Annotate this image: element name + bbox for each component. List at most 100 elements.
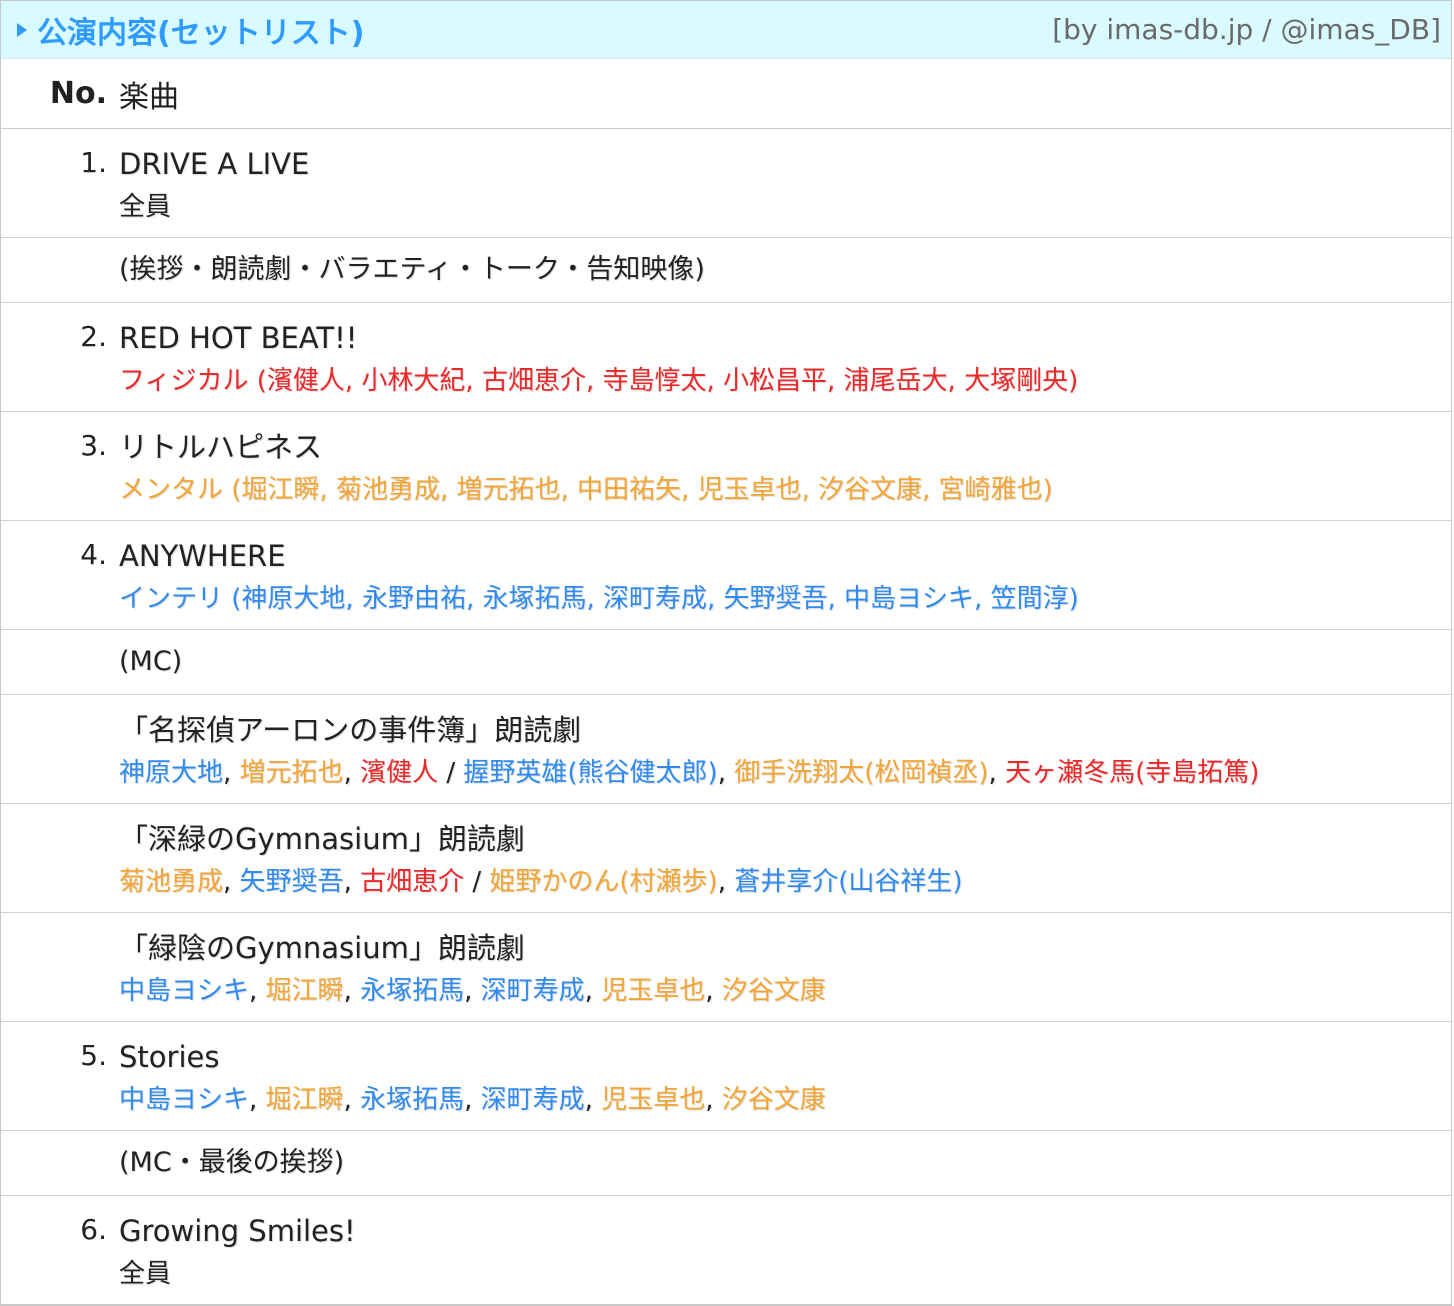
setlist-song-row: 「名探偵アーロンの事件簿」朗読劇神原大地, 増元拓也, 濱健人 / 握野英雄(熊… [1, 695, 1451, 804]
cast-separator: , [584, 1085, 602, 1115]
row-number: 4. [80, 538, 107, 571]
song-cast: 全員 [119, 1257, 1451, 1291]
song-title: RED HOT BEAT!! [119, 321, 358, 355]
song-title: DRIVE A LIVE [119, 147, 310, 181]
cast-name: 神原大地 [119, 758, 224, 788]
song-title: 「名探偵アーロンの事件簿」朗読劇 [119, 713, 582, 747]
setlist-rows: 1. DRIVE A LIVE 全員 (挨拶・朗読劇・バラエティ・トーク・告知映像) 2… [1, 129, 1451, 1305]
row-content: 「名探偵アーロンの事件簿」朗読劇神原大地, 増元拓也, 濱健人 / 握野英雄(熊… [119, 712, 1451, 790]
song-cast: 中島ヨシキ, 堀江瞬, 永塚拓馬, 深町寿成, 児玉卓也, 汐谷文康 [119, 1083, 1451, 1117]
song-cast: メンタル (堀江瞬, 菊池勇成, 増元拓也, 中田祐矢, 児玉卓也, 汐谷文康,… [119, 473, 1451, 507]
cast-name: 深町寿成 [480, 976, 585, 1006]
setlist-song-row: 3. リトルハピネス メンタル (堀江瞬, 菊池勇成, 増元拓也, 中田祐矢, 児玉… [1, 412, 1451, 521]
cast-separator: , [717, 867, 735, 897]
cast-separator: , [223, 867, 240, 897]
cast-separator: , [988, 758, 1006, 788]
row-number: 2. [80, 320, 107, 353]
cast-separator: 全員 [119, 1259, 172, 1289]
song-cast: 中島ヨシキ, 堀江瞬, 永塚拓馬, 深町寿成, 児玉卓也, 汐谷文康 [119, 974, 1451, 1008]
row-number: 6. [80, 1213, 107, 1246]
setlist-song-row: 2. RED HOT BEAT!! フィジカル (濱健人, 小林大紀, 古畑恵介, … [1, 303, 1451, 412]
row-content: 「深緑のGymnasium」朗読劇菊池勇成, 矢野奨吾, 古畑恵介 / 姫野かの… [119, 821, 1451, 899]
cast-separator: , [343, 867, 361, 897]
setlist-song-row: 「深緑のGymnasium」朗読劇菊池勇成, 矢野奨吾, 古畑恵介 / 姫野かの… [1, 804, 1451, 913]
row-number: 1. [80, 146, 107, 179]
cast-name: 天ヶ瀬冬馬(寺島拓篤) [1005, 758, 1260, 788]
song-title: ANYWHERE [119, 539, 286, 573]
cast-name: 握野英雄(熊谷健太郎) [463, 758, 718, 788]
cast-separator: , [343, 758, 361, 788]
row-number: 5. [80, 1039, 107, 1072]
cast-separator: , [464, 976, 481, 1006]
song-cast: 菊池勇成, 矢野奨吾, 古畑恵介 / 姫野かのん(村瀬歩), 蒼井享介(山谷祥生… [119, 865, 1451, 899]
setlist-note-row: (MC) [1, 630, 1451, 695]
cast-name: 深町寿成 [480, 1085, 585, 1115]
setlist-panel: 公演内容(セットリスト) [by imas-db.jp / @imas_DB] … [0, 0, 1452, 1306]
expand-triangle-icon[interactable] [17, 22, 27, 37]
cast-name: 永塚拓馬 [360, 1085, 465, 1115]
setlist-header[interactable]: 公演内容(セットリスト) [by imas-db.jp / @imas_DB] [1, 1, 1451, 59]
cast-separator: , [705, 1085, 722, 1115]
cast-name: 濱健人 [360, 758, 439, 788]
cast-name: 汐谷文康 [721, 1085, 826, 1115]
row-content: RED HOT BEAT!! フィジカル (濱健人, 小林大紀, 古畑恵介, 寺島… [119, 320, 1451, 398]
setlist-song-row: 4. ANYWHERE インテリ (神原大地, 永野由祐, 永塚拓馬, 深町寿成, … [1, 521, 1451, 630]
cast-separator: / [438, 758, 464, 788]
song-title: Growing Smiles! [119, 1214, 356, 1248]
song-title: 「深緑のGymnasium」朗読劇 [119, 822, 525, 856]
cast-separator: , [705, 976, 722, 1006]
program-note: (MC・最後の挨拶) [119, 1147, 345, 1178]
cast-name: メンタル (堀江瞬, 菊池勇成, 増元拓也, 中田祐矢, 児玉卓也, 汐谷文康,… [119, 475, 1053, 505]
cast-separator: / [464, 867, 490, 897]
column-header-song: 楽曲 [119, 79, 179, 115]
cast-name: 矢野奨吾 [239, 867, 344, 897]
cast-separator: , [223, 758, 240, 788]
setlist-song-row: 6. Growing Smiles! 全員 [1, 1196, 1451, 1305]
row-content: Stories 中島ヨシキ, 堀江瞬, 永塚拓馬, 深町寿成, 児玉卓也, 汐谷文… [119, 1039, 1451, 1117]
cast-name: 児玉卓也 [601, 976, 706, 1006]
column-header-no: No. [49, 76, 107, 111]
row-content: DRIVE A LIVE 全員 [119, 146, 1451, 224]
row-content: 「緑陰のGymnasium」朗読劇中島ヨシキ, 堀江瞬, 永塚拓馬, 深町寿成,… [119, 930, 1451, 1008]
row-content: リトルハピネス メンタル (堀江瞬, 菊池勇成, 増元拓也, 中田祐矢, 児玉卓也… [119, 429, 1451, 507]
song-cast: 神原大地, 増元拓也, 濱健人 / 握野英雄(熊谷健太郎), 御手洗翔太(松岡禎… [119, 756, 1451, 790]
header-left[interactable]: 公演内容(セットリスト) [17, 8, 364, 52]
source-credit: [by imas-db.jp / @imas_DB] [1052, 13, 1441, 46]
row-content: (MC・最後の挨拶) [119, 1146, 1451, 1180]
cast-separator: , [464, 1085, 481, 1115]
cast-name: 中島ヨシキ [119, 976, 250, 1006]
song-cast: インテリ (神原大地, 永野由祐, 永塚拓馬, 深町寿成, 矢野奨吾, 中島ヨシ… [119, 582, 1451, 616]
cast-name: 菊池勇成 [119, 867, 224, 897]
cast-name: 増元拓也 [239, 758, 344, 788]
song-title: 「緑陰のGymnasium」朗読劇 [119, 931, 525, 965]
row-content: (MC) [119, 645, 1451, 679]
cast-name: 中島ヨシキ [119, 1085, 250, 1115]
cast-separator: , [343, 976, 361, 1006]
cast-name: 古畑恵介 [360, 867, 465, 897]
song-cast: フィジカル (濱健人, 小林大紀, 古畑恵介, 寺島惇太, 小松昌平, 浦尾岳大… [119, 364, 1451, 398]
cast-name: 御手洗翔太(松岡禎丞) [734, 758, 989, 788]
cast-name: 堀江瞬 [265, 1085, 344, 1115]
program-note: (MC) [119, 646, 183, 677]
cast-separator: , [249, 1085, 266, 1115]
cast-name: 堀江瞬 [265, 976, 344, 1006]
cast-name: 蒼井享介(山谷祥生) [734, 867, 963, 897]
table-header: No. 楽曲 [1, 59, 1451, 129]
setlist-note-row: (挨拶・朗読劇・バラエティ・トーク・告知映像) [1, 238, 1451, 303]
section-title[interactable]: 公演内容(セットリスト) [37, 8, 364, 52]
setlist-note-row: (MC・最後の挨拶) [1, 1131, 1451, 1196]
cast-name: 姫野かのん(村瀬歩) [489, 867, 718, 897]
row-content: ANYWHERE インテリ (神原大地, 永野由祐, 永塚拓馬, 深町寿成, 矢野… [119, 538, 1451, 616]
row-number: 3. [80, 429, 107, 462]
cast-separator: , [249, 976, 266, 1006]
cast-name: インテリ (神原大地, 永野由祐, 永塚拓馬, 深町寿成, 矢野奨吾, 中島ヨシ… [119, 584, 1079, 614]
cast-separator: 全員 [119, 192, 172, 222]
program-note: (挨拶・朗読劇・バラエティ・トーク・告知映像) [119, 254, 705, 285]
cast-separator: , [584, 976, 602, 1006]
cast-name: 永塚拓馬 [360, 976, 465, 1006]
song-title: Stories [119, 1040, 220, 1074]
setlist-song-row: 5. Stories 中島ヨシキ, 堀江瞬, 永塚拓馬, 深町寿成, 児玉卓也, 汐… [1, 1022, 1451, 1131]
setlist-song-row: 1. DRIVE A LIVE 全員 [1, 129, 1451, 238]
row-content: (挨拶・朗読劇・バラエティ・トーク・告知映像) [119, 253, 1451, 287]
cast-name: 児玉卓也 [601, 1085, 706, 1115]
